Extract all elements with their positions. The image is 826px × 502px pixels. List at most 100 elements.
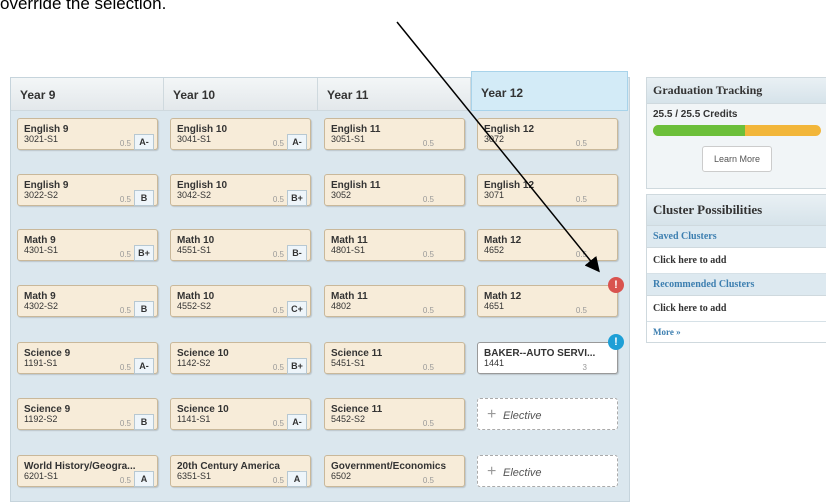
course-grade: B+ <box>287 190 307 206</box>
learn-more-button[interactable]: Learn More <box>702 146 772 172</box>
year-column: Year 12 English 12 3072 0.5 English 12 3071 0.… <box>471 71 628 501</box>
course-credit: 0.5 <box>422 195 434 204</box>
course-code: 1441 <box>484 358 505 368</box>
course-credit: 0.5 <box>272 419 284 428</box>
course-code: 4651 <box>484 301 505 311</box>
course-code: 4302-S2 <box>24 301 59 311</box>
course-card[interactable]: English 12 3071 0.5 <box>477 174 618 206</box>
year-column: Year 9 English 9 3021-S1 0.5 A- English 9 3022… <box>11 78 164 501</box>
course-card[interactable]: English 11 3051-S1 0.5 <box>324 118 465 150</box>
course-code: 4301-S1 <box>24 245 59 255</box>
course-grade: B <box>134 414 154 430</box>
course-credit: 0.5 <box>272 476 284 485</box>
course-card[interactable]: 20th Century America 6351-S1 0.5 A <box>170 455 311 487</box>
course-code: 1192-S2 <box>24 414 58 424</box>
course-grade: B <box>134 301 154 317</box>
credits-text: 25.5 / 25.5 Credits <box>653 109 738 120</box>
course-code: 3022-S2 <box>24 190 59 200</box>
course-card[interactable]: English 10 3042-S2 0.5 B+ <box>170 174 311 206</box>
course-credit: 0.5 <box>422 250 434 259</box>
course-card[interactable]: World History/Geogra... 6201-S1 0.5 A <box>17 455 158 487</box>
course-card[interactable]: Science 10 1141-S1 0.5 A- <box>170 398 311 430</box>
course-card[interactable]: Math 10 4552-S2 0.5 C+ <box>170 285 311 317</box>
course-card[interactable]: Math 12 4651 0.5! <box>477 277 624 317</box>
course-credit: 0.5 <box>422 363 434 372</box>
course-code: 4802 <box>331 301 352 311</box>
course-card[interactable]: Math 11 4802 0.5 <box>324 285 465 317</box>
course-card[interactable]: Science 11 5451-S1 0.5 <box>324 342 465 374</box>
graduation-tracking-panel: Graduation Tracking 25.5 / 25.5 Credits … <box>646 77 826 189</box>
course-card[interactable]: Science 9 1192-S2 0.5 B <box>17 398 158 430</box>
course-code: 3021-S1 <box>24 134 59 144</box>
course-code: 4551-S1 <box>177 245 212 255</box>
saved-clusters-add[interactable]: Click here to add <box>647 248 826 274</box>
course-card[interactable]: Science 11 5452-S2 0.5 <box>324 398 465 430</box>
course-code: 3051-S1 <box>331 134 366 144</box>
course-code: 1142-S2 <box>177 358 211 368</box>
year-column: Year 10 English 10 3041-S1 0.5 A- English 10 3… <box>164 78 318 501</box>
course-code: 6351-S1 <box>177 471 212 481</box>
course-credit: 0.5 <box>119 250 131 259</box>
year-column-title: Year 12 <box>471 71 628 111</box>
course-credit: 0.5 <box>422 419 434 428</box>
course-credit: 0.5 <box>575 306 587 315</box>
course-credit: 0.5 <box>119 476 131 485</box>
course-credit: 0.5 <box>422 476 434 485</box>
course-card[interactable]: Math 12 4652 0.5 <box>477 229 618 261</box>
course-credit: 0.5 <box>575 250 587 259</box>
course-grade: C+ <box>287 301 307 317</box>
course-code: 3042-S2 <box>177 190 212 200</box>
course-credit: 0.5 <box>575 195 587 204</box>
course-credit: 0.5 <box>119 139 131 148</box>
course-card[interactable]: Math 11 4801-S1 0.5 <box>324 229 465 261</box>
course-credit: 0.5 <box>119 419 131 428</box>
course-card[interactable]: English 9 3021-S1 0.5 A- <box>17 118 158 150</box>
course-card[interactable]: Math 10 4551-S1 0.5 B- <box>170 229 311 261</box>
graduation-tracking-title: Graduation Tracking <box>647 78 826 104</box>
course-credit: 0.5 <box>119 306 131 315</box>
course-card[interactable]: Math 9 4301-S1 0.5 B+ <box>17 229 158 261</box>
course-credit: 0.5 <box>272 306 284 315</box>
planner-board: Year 9 English 9 3021-S1 0.5 A- English 9 3022… <box>10 71 630 502</box>
course-code: 4552-S2 <box>177 301 212 311</box>
alert-icon[interactable]: ! <box>608 334 624 350</box>
course-card[interactable]: English 12 3072 0.5 <box>477 118 618 150</box>
course-card[interactable]: English 10 3041-S1 0.5 A- <box>170 118 311 150</box>
caption-text: override the selection. <box>0 0 167 13</box>
course-card[interactable]: Science 10 1142-S2 0.5 B+ <box>170 342 311 374</box>
course-code: 3072 <box>484 134 505 144</box>
elective-label: Elective <box>503 410 542 422</box>
cluster-possibilities-title: Cluster Possibilities <box>647 195 826 226</box>
credit-progress-bar <box>653 125 821 136</box>
elective-slot[interactable]: + Elective <box>477 398 618 430</box>
year-column: Year 11 English 11 3051-S1 0.5 English 11 305… <box>318 78 471 501</box>
course-card[interactable]: English 9 3022-S2 0.5 B <box>17 174 158 206</box>
cluster-possibilities-panel: Cluster Possibilities Saved Clusters Cli… <box>646 194 826 343</box>
course-code: 6502 <box>331 471 352 481</box>
course-code: 4652 <box>484 245 505 255</box>
course-grade: A <box>134 471 154 487</box>
course-card[interactable]: Science 9 1191-S1 0.5 A- <box>17 342 158 374</box>
course-code: 3052 <box>331 190 352 200</box>
course-card[interactable]: BAKER--AUTO SERVI... 1441 3! <box>477 334 624 374</box>
course-grade: B+ <box>134 245 154 261</box>
course-card[interactable]: English 11 3052 0.5 <box>324 174 465 206</box>
course-card[interactable]: Math 9 4302-S2 0.5 B <box>17 285 158 317</box>
recommended-clusters-add[interactable]: Click here to add <box>647 296 826 322</box>
course-code: 4801-S1 <box>331 245 366 255</box>
course-card[interactable]: Government/Economics 6502 0.5 <box>324 455 465 487</box>
more-link[interactable]: More » <box>647 322 826 342</box>
course-code: 5452-S2 <box>331 414 366 424</box>
course-grade: B- <box>287 245 307 261</box>
course-grade: A- <box>287 414 307 430</box>
course-grade: A- <box>134 358 154 374</box>
course-code: 1141-S1 <box>177 414 211 424</box>
course-credit: 0.5 <box>272 195 284 204</box>
elective-slot[interactable]: + Elective <box>477 455 618 487</box>
plus-icon: + <box>487 463 497 480</box>
course-code: 1191-S1 <box>24 358 58 368</box>
course-credit: 0.5 <box>119 363 131 372</box>
recommended-clusters-header: Recommended Clusters <box>647 274 826 296</box>
course-credit: 3 <box>582 363 587 372</box>
alert-icon[interactable]: ! <box>608 277 624 293</box>
